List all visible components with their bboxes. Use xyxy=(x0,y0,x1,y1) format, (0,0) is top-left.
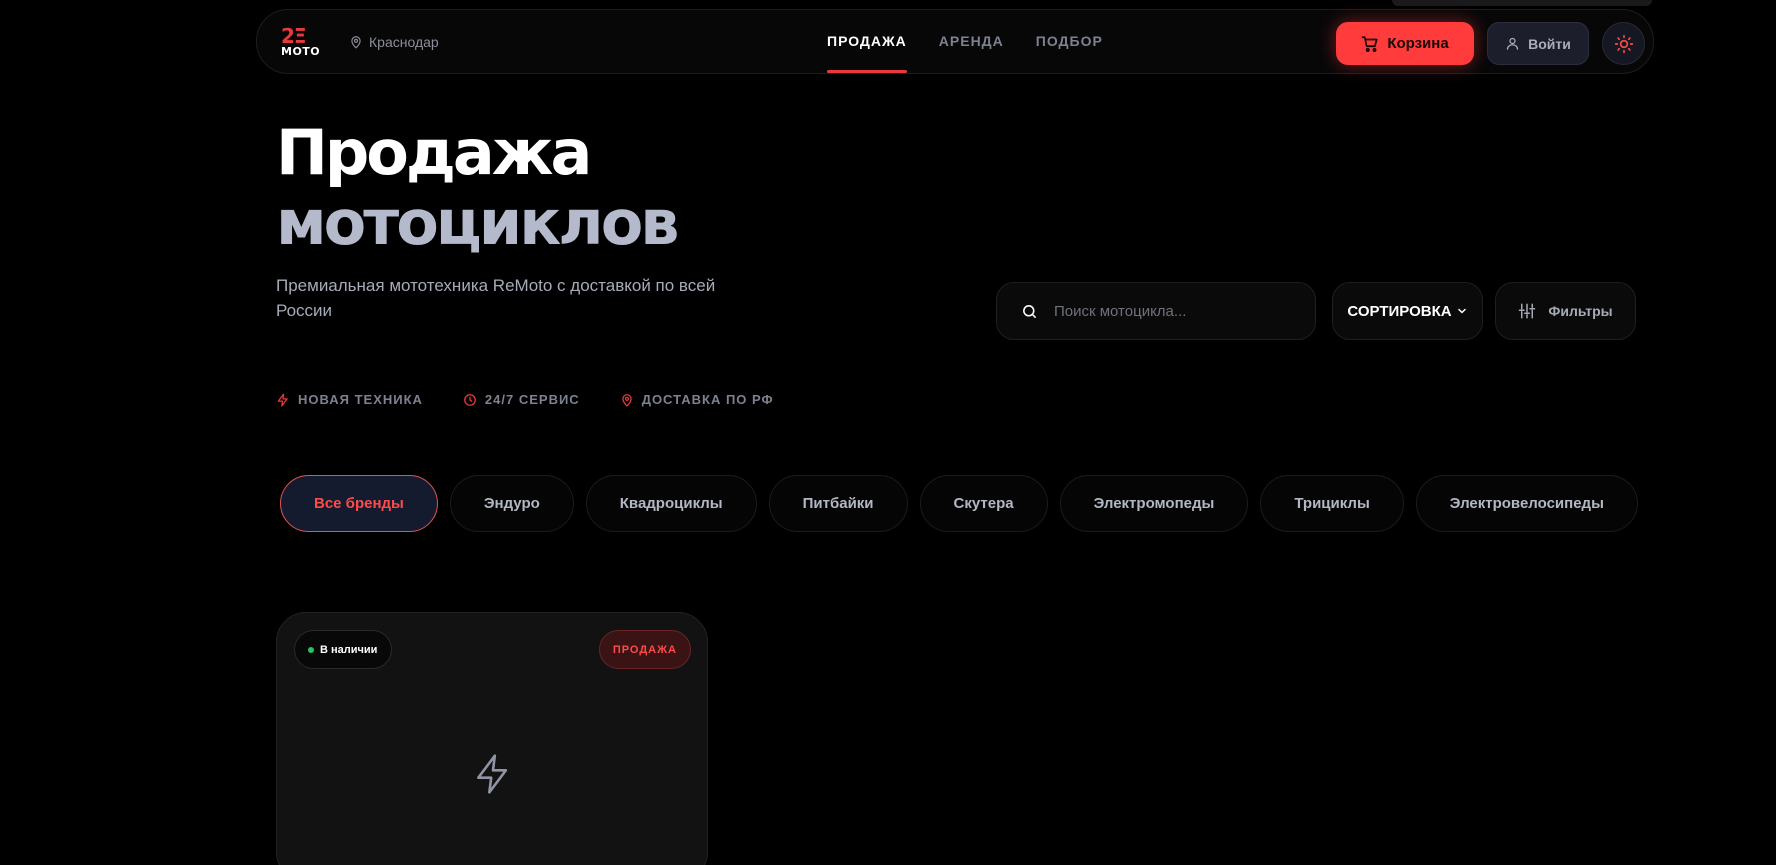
sliders-icon xyxy=(1519,303,1536,319)
product-card[interactable]: В наличии ПРОДАЖА xyxy=(276,612,708,865)
search-input[interactable] xyxy=(1054,302,1294,320)
stock-badge: В наличии xyxy=(294,630,393,669)
chevron-down-icon xyxy=(1457,308,1466,314)
theme-toggle-button[interactable] xyxy=(1602,22,1645,65)
filters-label: Фильтры xyxy=(1548,303,1613,319)
bolt-icon xyxy=(477,754,508,794)
sort-label: СОРТИРОВКА xyxy=(1347,302,1452,320)
top-edge-bar xyxy=(1392,0,1652,6)
stock-dot xyxy=(308,646,314,653)
map-pin-icon xyxy=(621,393,632,406)
sun-icon xyxy=(1614,34,1633,53)
main-nav: ПРОДАЖА АРЕНДА ПОДБОР xyxy=(827,10,1103,73)
clock-icon xyxy=(464,393,476,406)
logo-mark: 2Ξ xyxy=(281,24,307,48)
city-selector[interactable]: Краснодар xyxy=(349,34,439,50)
login-button[interactable]: Войти xyxy=(1487,22,1589,65)
cart-icon xyxy=(1361,35,1378,52)
feature-label: ДОСТАВКА ПО РФ xyxy=(641,392,774,407)
chip-ebikes[interactable]: Электровелосипеды xyxy=(1415,475,1638,532)
city-label: Краснодар xyxy=(369,34,439,50)
nav-sale[interactable]: ПРОДАЖА xyxy=(827,10,907,73)
cart-button[interactable]: Корзина xyxy=(1336,22,1474,65)
nav-rent[interactable]: АРЕНДА xyxy=(939,10,1004,73)
bolt-icon xyxy=(277,393,288,406)
feature-label: 24/7 СЕРВИС xyxy=(484,392,580,407)
feature-new: НОВАЯ ТЕХНИКА xyxy=(276,392,423,407)
page-title-line2: мотоциклов xyxy=(276,186,680,259)
chip-enduro[interactable]: Эндуро xyxy=(449,475,574,532)
cart-label: Корзина xyxy=(1387,35,1449,52)
search-box xyxy=(996,282,1316,340)
chip-pitbikes[interactable]: Питбайки xyxy=(768,475,908,532)
chip-atv[interactable]: Квадроциклы xyxy=(585,475,757,532)
sale-badge: ПРОДАЖА xyxy=(598,630,691,669)
chip-tricycles[interactable]: Трициклы xyxy=(1260,475,1404,532)
logo-text: MOTO xyxy=(281,45,321,58)
site-header: 2Ξ MOTO Краснодар ПРОДАЖА АРЕНДА ПОДБОР … xyxy=(256,9,1654,74)
feature-list: НОВАЯ ТЕХНИКА 24/7 СЕРВИС ДОСТАВКА ПО РФ xyxy=(276,392,774,407)
search-icon xyxy=(1023,304,1036,318)
chip-electric-mopeds[interactable]: Электромопеды xyxy=(1059,475,1249,532)
feature-label: НОВАЯ ТЕХНИКА xyxy=(298,392,423,407)
sort-button[interactable]: СОРТИРОВКА xyxy=(1332,282,1483,340)
feature-delivery: ДОСТАВКА ПО РФ xyxy=(620,392,774,407)
nav-selection[interactable]: ПОДБОР xyxy=(1036,10,1103,73)
login-label: Войти xyxy=(1528,35,1571,52)
category-chips: Все бренды Эндуро Квадроциклы Питбайки С… xyxy=(280,475,1638,532)
page-subtitle: Премиальная мототехника ReMoto с доставк… xyxy=(276,276,716,320)
stock-label: В наличии xyxy=(320,643,378,656)
page-title-line1: Продажа xyxy=(276,116,592,189)
chip-scooters[interactable]: Скутера xyxy=(919,475,1048,532)
user-icon xyxy=(1507,37,1519,50)
logo[interactable]: 2Ξ MOTO xyxy=(281,24,333,61)
chip-all-brands[interactable]: Все бренды xyxy=(280,475,438,532)
feature-service: 24/7 СЕРВИС xyxy=(463,392,580,407)
filters-button[interactable]: Фильтры xyxy=(1495,282,1636,340)
map-pin-icon xyxy=(351,36,361,49)
